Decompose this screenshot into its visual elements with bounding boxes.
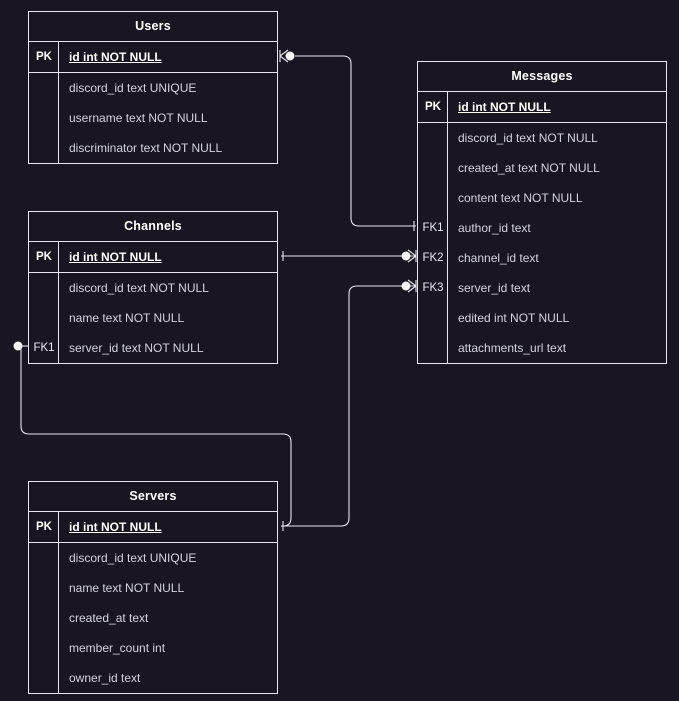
relationship-servers-messages (281, 279, 417, 531)
attribute-row[interactable]: created_at text NOT NULL (418, 153, 666, 183)
entity-users-title: Users (29, 12, 277, 42)
attribute-name: id int NOT NULL (69, 520, 162, 534)
attribute-key (418, 153, 448, 183)
attribute-name: discord_id text NOT NULL (69, 281, 209, 295)
attribute-row[interactable]: name text NOT NULL (29, 573, 277, 603)
attribute-name: created_at text (69, 611, 149, 625)
attribute-key (29, 73, 59, 103)
attribute-name: content text NOT NULL (458, 191, 583, 205)
attribute-name: created_at text NOT NULL (458, 161, 600, 175)
attribute-key: FK2 (422, 252, 444, 264)
attribute-name: owner_id text (69, 671, 141, 685)
attribute-row[interactable]: PK id int NOT NULL (29, 42, 277, 72)
attribute-key (29, 103, 59, 133)
attribute-row[interactable]: FK1 server_id text NOT NULL (29, 333, 277, 363)
attribute-row[interactable]: discord_id text UNIQUE (29, 73, 277, 103)
attribute-name: channel_id text (458, 251, 539, 265)
attribute-key: FK1 (422, 222, 444, 234)
attribute-name: id int NOT NULL (69, 50, 162, 64)
entity-channels-non-key-attributes: discord_id text NOT NULL name text NOT N… (29, 273, 277, 363)
er-diagram-canvas: Messages.author_id (FK1) --> Messages.ch… (0, 0, 679, 701)
attribute-key (29, 633, 59, 663)
entity-messages-title: Messages (418, 62, 666, 92)
attribute-key (29, 573, 59, 603)
entity-channels-title: Channels (29, 212, 277, 242)
attribute-name: server_id text NOT NULL (69, 341, 204, 355)
entity-channels-attributes: PK id int NOT NULL (29, 242, 277, 272)
attribute-key: PK (36, 51, 52, 63)
attribute-name: server_id text (458, 281, 531, 295)
attribute-name: discord_id text UNIQUE (69, 551, 197, 565)
entity-servers-attributes: PK id int NOT NULL (29, 512, 277, 542)
attribute-row[interactable]: content text NOT NULL (418, 183, 666, 213)
relationship-channels-messages (281, 249, 417, 263)
attribute-row[interactable]: attachments_url text (418, 333, 666, 363)
attribute-key (29, 133, 59, 163)
attribute-key (29, 303, 59, 333)
attribute-row[interactable]: member_count int (29, 633, 277, 663)
attribute-key (29, 603, 59, 633)
attribute-name: id int NOT NULL (458, 100, 551, 114)
attribute-name: discord_id text NOT NULL (458, 131, 598, 145)
attribute-row[interactable]: username text NOT NULL (29, 103, 277, 133)
attribute-name: username text NOT NULL (69, 111, 208, 125)
attribute-row[interactable]: FK2 channel_id text (418, 243, 666, 273)
attribute-key (29, 543, 59, 573)
relationship-users-messages (279, 49, 416, 231)
attribute-name: id int NOT NULL (69, 250, 162, 264)
entity-messages-attributes: PK id int NOT NULL (418, 92, 666, 122)
attribute-name: member_count int (69, 641, 166, 655)
attribute-row[interactable]: created_at text (29, 603, 277, 633)
entity-messages[interactable]: Messages PK id int NOT NULL discord_id t… (417, 61, 667, 364)
entity-users-non-key-attributes: discord_id text UNIQUE username text NOT… (29, 73, 277, 163)
attribute-key (29, 273, 59, 303)
attribute-row[interactable]: FK1 author_id text (418, 213, 666, 243)
attribute-key (29, 663, 59, 693)
attribute-row[interactable]: FK3 server_id text (418, 273, 666, 303)
entity-users-attributes: PK id int NOT NULL (29, 42, 277, 72)
attribute-key: PK (425, 101, 441, 113)
attribute-name: attachments_url text (458, 341, 567, 355)
attribute-name: discord_id text UNIQUE (69, 81, 197, 95)
attribute-key: PK (36, 251, 52, 263)
entity-servers-title: Servers (29, 482, 277, 512)
entity-servers[interactable]: Servers PK id int NOT NULL discord_id te… (28, 481, 278, 694)
attribute-name: author_id text (458, 221, 531, 235)
attribute-row[interactable]: owner_id text (29, 663, 277, 693)
entity-messages-non-key-attributes: discord_id text NOT NULL created_at text… (418, 123, 666, 363)
attribute-name: name text NOT NULL (69, 581, 185, 595)
attribute-key: PK (36, 521, 52, 533)
attribute-row[interactable]: edited int NOT NULL (418, 303, 666, 333)
attribute-key: FK3 (422, 282, 444, 294)
attribute-name: edited int NOT NULL (458, 311, 570, 325)
attribute-row[interactable]: PK id int NOT NULL (418, 92, 666, 122)
attribute-row[interactable]: PK id int NOT NULL (29, 512, 277, 542)
entity-channels[interactable]: Channels PK id int NOT NULL discord_id t… (28, 211, 278, 364)
attribute-row[interactable]: discord_id text NOT NULL (29, 273, 277, 303)
attribute-row[interactable]: discord_id text UNIQUE (29, 543, 277, 573)
attribute-key: FK1 (33, 342, 55, 354)
attribute-key (418, 303, 448, 333)
attribute-name: name text NOT NULL (69, 311, 185, 325)
attribute-name: discriminator text NOT NULL (69, 141, 223, 155)
attribute-row[interactable]: PK id int NOT NULL (29, 242, 277, 272)
attribute-row[interactable]: name text NOT NULL (29, 303, 277, 333)
attribute-key (418, 333, 448, 363)
attribute-row[interactable]: discriminator text NOT NULL (29, 133, 277, 163)
attribute-key (418, 183, 448, 213)
attribute-key (418, 123, 448, 153)
entity-users[interactable]: Users PK id int NOT NULL discord_id text… (28, 11, 278, 164)
attribute-row[interactable]: discord_id text NOT NULL (418, 123, 666, 153)
entity-servers-non-key-attributes: discord_id text UNIQUE name text NOT NUL… (29, 543, 277, 693)
